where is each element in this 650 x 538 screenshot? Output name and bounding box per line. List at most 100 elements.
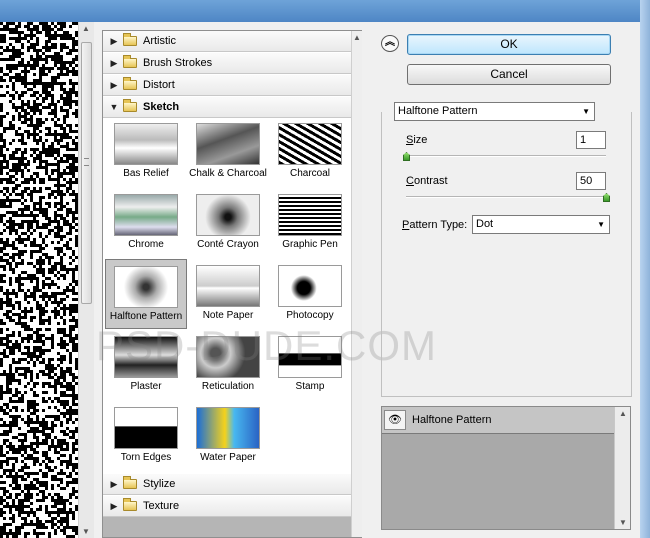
folder-icon [123,498,137,511]
folder-icon [123,476,137,489]
filter-preview-image [114,407,178,449]
pattern-type-value: Dot [476,218,494,230]
filter-thumb-torn-edges[interactable]: Torn Edges [105,401,187,471]
preview-image [0,22,78,538]
filter-preview-image [196,407,260,449]
filter-select[interactable]: Halftone Pattern ▼ [394,102,595,121]
effect-layer-label: Halftone Pattern [412,414,492,426]
filter-preview-image [278,123,342,165]
category-texture[interactable]: ▶ Texture [103,496,351,517]
triangle-right-icon[interactable]: ▶ [107,80,121,91]
filter-preview-image [278,194,342,236]
category-label: Texture [143,500,180,512]
filter-label: Halftone Pattern [109,311,183,322]
category-label: Stylize [143,478,176,490]
eye-icon[interactable]: 👁 [384,410,406,430]
scroll-up-icon[interactable]: ▲ [353,33,361,42]
filter-label: Water Paper [200,452,256,463]
filter-label: Graphic Pen [282,239,338,250]
filter-label: Conté Crayon [197,239,259,250]
contrast-slider-track[interactable] [406,196,606,198]
dropdown-arrow-icon: ▼ [582,107,590,116]
filter-label: Chalk & Charcoal [189,168,267,179]
filter-preview-image [114,336,178,378]
triangle-right-icon[interactable]: ▶ [107,58,121,69]
filter-label: Photocopy [286,310,334,321]
contrast-label: Contrast [406,175,448,187]
filter-thumb-stamp[interactable]: Stamp [269,330,351,400]
triangle-right-icon[interactable]: ▶ [107,479,121,490]
folder-icon [123,55,137,68]
scroll-down-icon[interactable]: ▼ [82,527,90,536]
effect-layers-panel: 👁 Halftone Pattern ▲ ▼ [381,406,631,530]
window-edge [640,0,650,538]
filter-preview-image [278,265,342,307]
filter-label: Bas Relief [123,168,169,179]
filter-thumb-water-paper[interactable]: Water Paper [187,401,269,471]
size-input[interactable]: 1 [576,131,606,149]
filter-label: Note Paper [202,310,254,321]
category-sketch[interactable]: ▼ Sketch [103,97,351,118]
filter-label: Reticulation [201,381,255,392]
layers-scrollbar[interactable]: ▲ ▼ [614,407,630,529]
filter-thumb-reticulation[interactable]: Reticulation [187,330,269,400]
category-label: Sketch [143,101,180,113]
filter-thumb-cont-crayon[interactable]: Conté Crayon [187,188,269,258]
pattern-type-select[interactable]: Dot ▼ [472,215,610,234]
filter-preview-image [114,194,178,236]
folder-icon [123,33,137,46]
filter-thumb-halftone-pattern[interactable]: Halftone Pattern [105,259,187,329]
scroll-up-icon[interactable]: ▲ [619,409,627,418]
filter-thumb-chrome[interactable]: Chrome [105,188,187,258]
filter-preview-image [278,336,342,378]
filter-preview-image [196,265,260,307]
preview-scrollbar[interactable]: ▲ ▼ [78,22,94,538]
category-label: Brush Strokes [143,57,213,69]
effect-layer-row[interactable]: 👁 Halftone Pattern [382,407,614,434]
filter-thumb-photocopy[interactable]: Photocopy [269,259,351,329]
cancel-button[interactable]: Cancel [407,64,611,85]
category-artistic[interactable]: ▶ Artistic [103,31,351,52]
triangle-right-icon[interactable]: ▶ [107,501,121,512]
contrast-input[interactable]: 50 [576,172,606,190]
filter-label: Chrome [128,239,164,250]
category-label: Distort [143,79,175,91]
collapse-up-icon[interactable]: ︽ [381,35,399,52]
filter-preview-image [196,194,260,236]
filter-gallery: ▶ Artistic ▶ Brush Strokes ▶ Distort ▼ Sketch B… [102,30,362,538]
filter-label: Torn Edges [120,452,172,463]
triangle-right-icon[interactable]: ▶ [107,36,121,47]
category-brush-strokes[interactable]: ▶ Brush Strokes [103,53,351,74]
filter-select-value: Halftone Pattern [398,105,478,117]
preview-scroll-thumb[interactable] [81,42,92,304]
dropdown-arrow-icon: ▼ [597,220,605,229]
window-title-bar [0,0,650,22]
gallery-footer [103,517,351,537]
size-label: Size [406,134,428,146]
size-slider-track[interactable] [406,155,606,157]
ok-button[interactable]: OK [407,34,611,55]
gallery-scrollbar[interactable]: ▲ [351,31,362,537]
triangle-down-icon[interactable]: ▼ [107,102,121,112]
filter-preview-image [114,123,178,165]
filter-preview-image [196,123,260,165]
pattern-type-label: Pattern Type: [402,219,468,231]
scroll-up-icon[interactable]: ▲ [82,24,90,33]
filter-thumb-chalk-charcoal[interactable]: Chalk & Charcoal [187,117,269,187]
filter-thumb-note-paper[interactable]: Note Paper [187,259,269,329]
filter-thumb-plaster[interactable]: Plaster [105,330,187,400]
filter-label: Charcoal [289,168,331,179]
filter-thumb-bas-relief[interactable]: Bas Relief [105,117,187,187]
filter-thumb-charcoal[interactable]: Charcoal [269,117,351,187]
category-label: Artistic [143,35,176,47]
scroll-down-icon[interactable]: ▼ [619,518,627,527]
filter-label: Stamp [295,381,325,392]
filter-preview-image [114,266,178,308]
filter-preview-image [196,336,260,378]
filter-label: Plaster [130,381,162,392]
preview-pane[interactable]: ▲ ▼ [0,22,94,538]
folder-icon [123,99,137,112]
filter-thumb-graphic-pen[interactable]: Graphic Pen [269,188,351,258]
category-distort[interactable]: ▶ Distort [103,75,351,96]
category-stylize[interactable]: ▶ Stylize [103,474,351,495]
